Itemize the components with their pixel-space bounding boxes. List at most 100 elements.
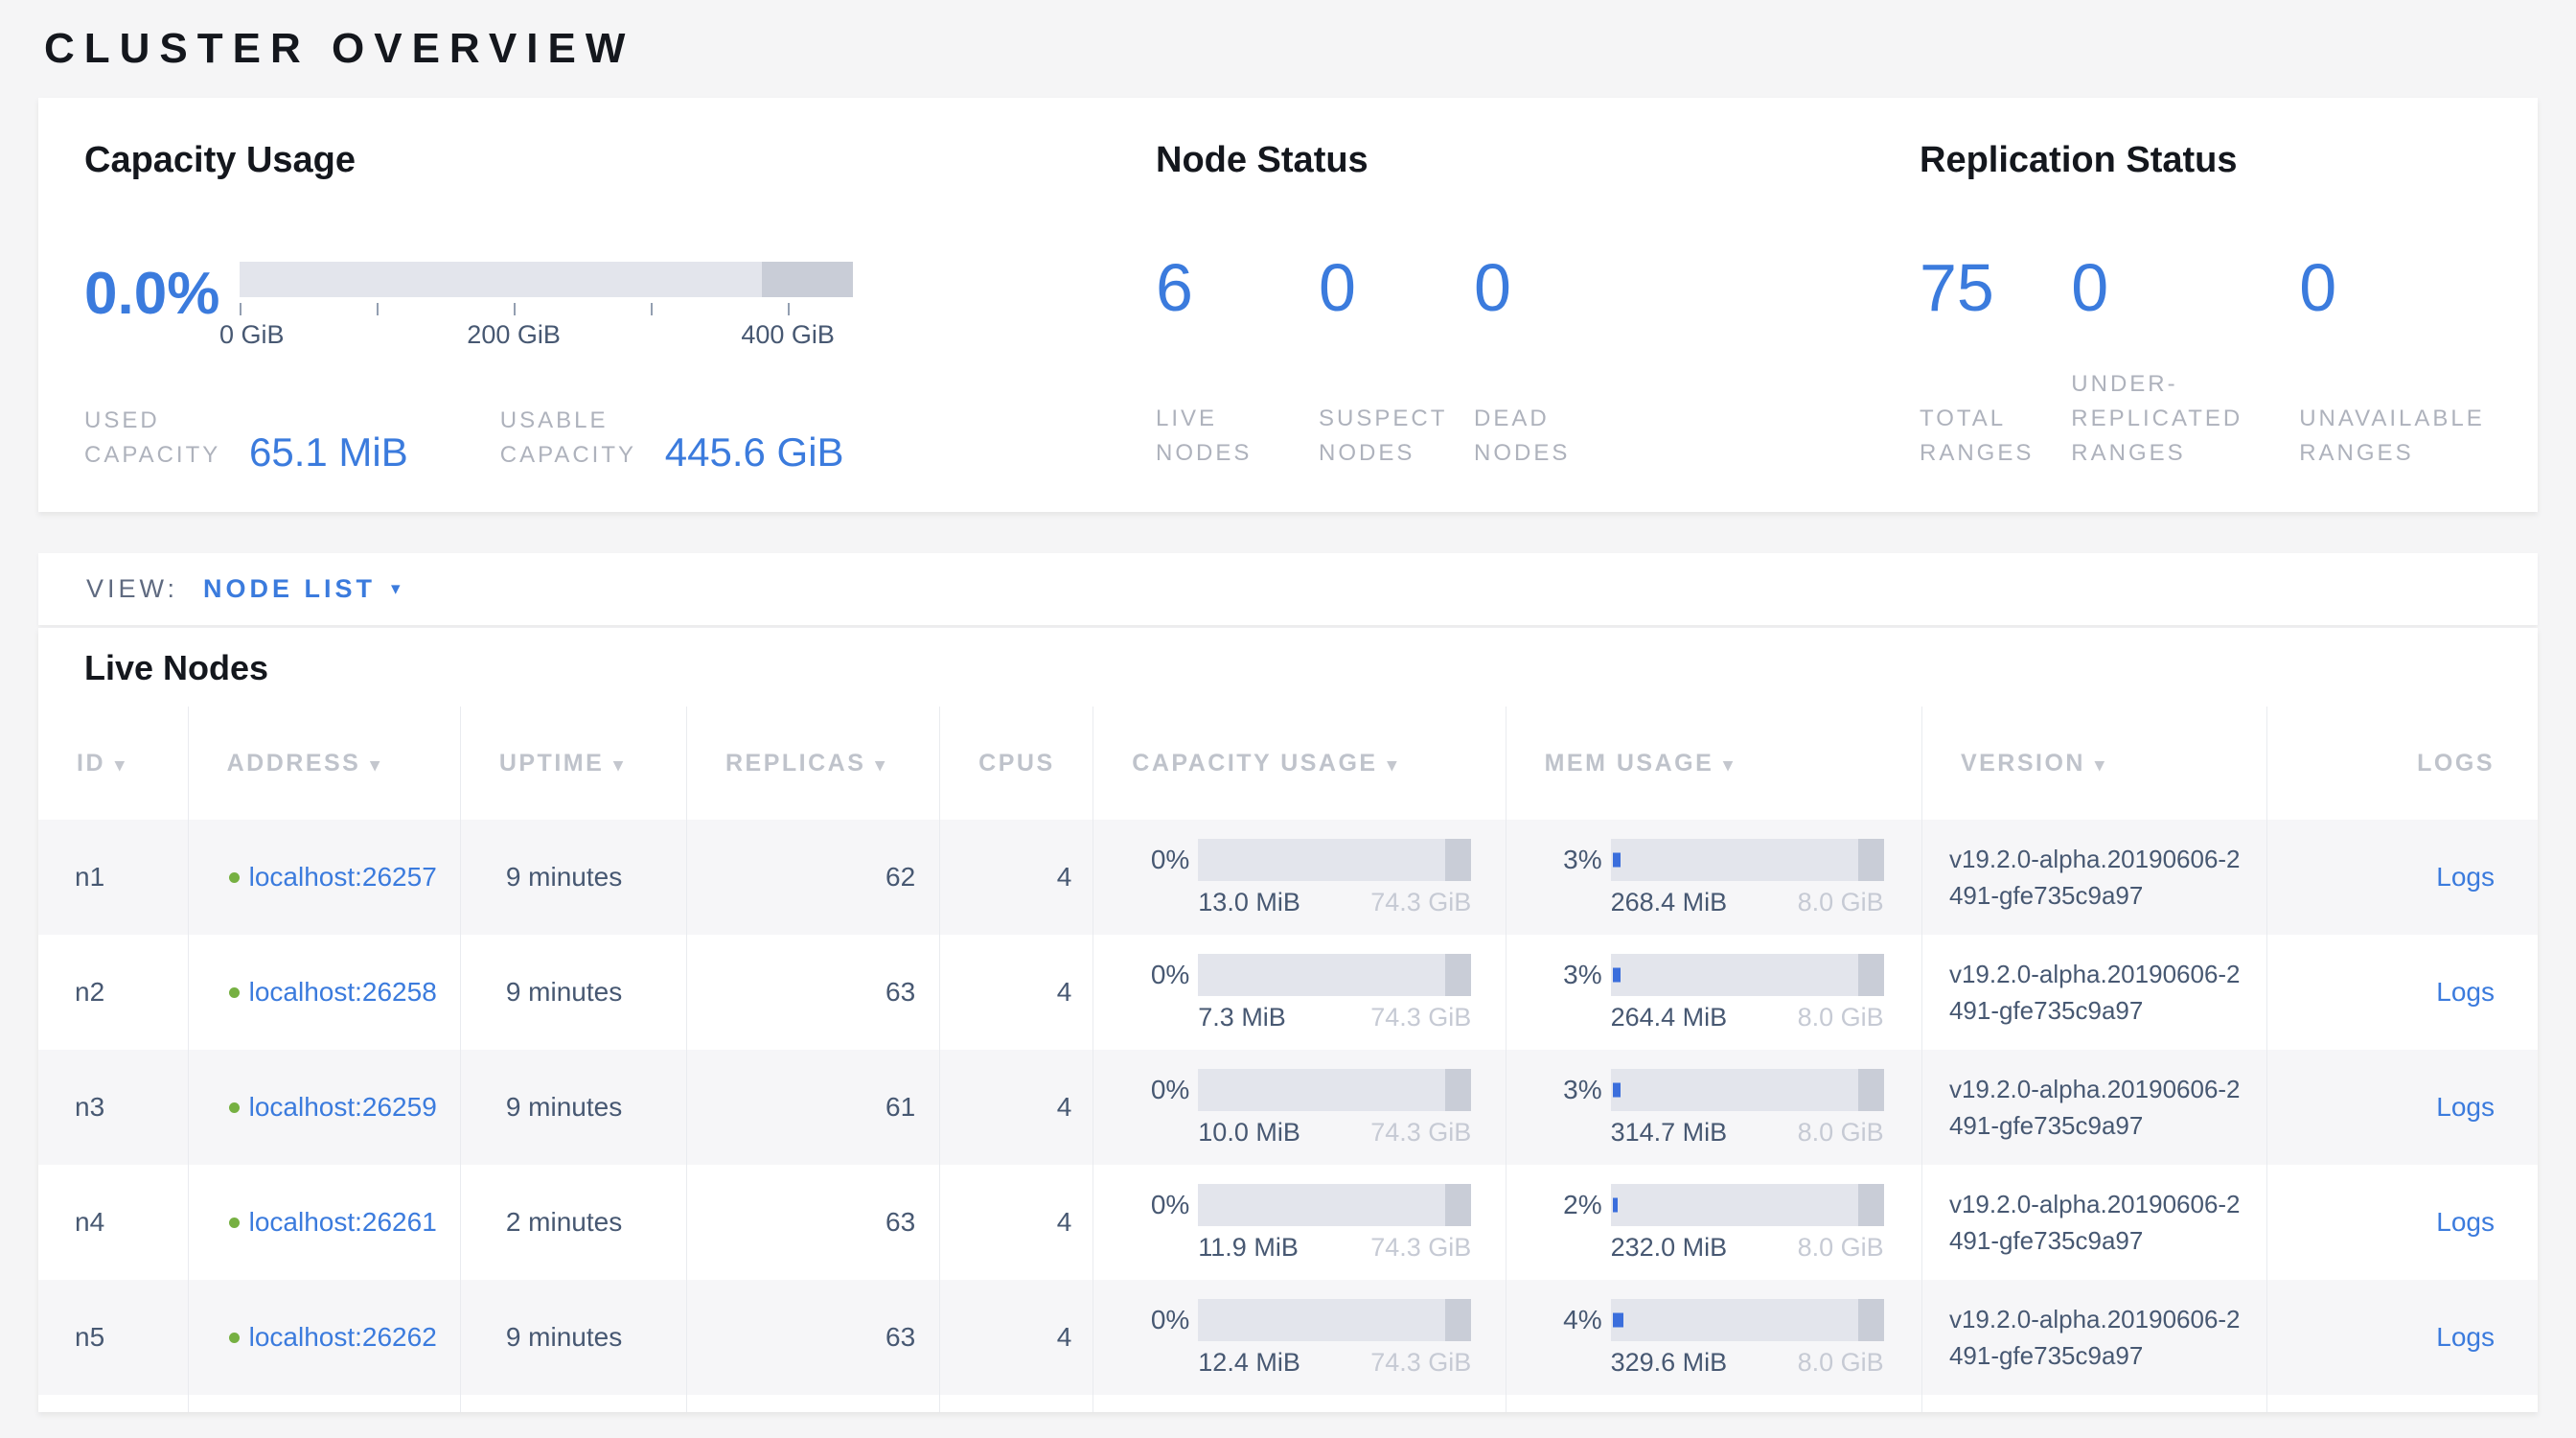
- sort-arrow-icon[interactable]: ▾: [1388, 755, 1399, 776]
- table-row: n5 localhost:26262 9 minutes 63 4 0% 12.…: [38, 1280, 2538, 1395]
- column-header-version[interactable]: VERSION▾: [1921, 707, 2266, 820]
- unavailable-ranges-label: UNAVAILABLE RANGES: [2299, 402, 2499, 471]
- suspect-nodes-label: SUSPECT NODES: [1319, 402, 1474, 471]
- capacity-bar: [1198, 839, 1471, 881]
- unavailable-ranges-value: 0: [2299, 252, 2499, 323]
- logs-link[interactable]: Logs: [2436, 977, 2495, 1007]
- capacity-percent-value: 0.0%: [84, 264, 240, 349]
- mem-total: 8.0 GiB: [1798, 1233, 1884, 1262]
- mem-used: 264.4 MiB: [1611, 1003, 1728, 1032]
- used-capacity-label: USED CAPACITY: [84, 404, 236, 473]
- node-address-cell: localhost:26262: [188, 1280, 460, 1395]
- sort-arrow-icon[interactable]: ▾: [370, 755, 381, 776]
- live-nodes-value: 6: [1156, 252, 1319, 323]
- mem-bar-dark-segment: [1858, 1184, 1884, 1226]
- table-row: n3 localhost:26259 9 minutes 61 4 0% 10.…: [38, 1050, 2538, 1165]
- total-ranges-stat: 75 TOTAL RANGES: [1920, 252, 2071, 471]
- capacity-used: 10.0 MiB: [1198, 1118, 1300, 1147]
- column-header-id[interactable]: ID▾: [38, 707, 188, 820]
- mem-used: 329.6 MiB: [1611, 1348, 1728, 1377]
- node-id: n3: [38, 1050, 188, 1165]
- mem-percent: 3%: [1506, 1069, 1602, 1147]
- node-status-section: Node Status 6 LIVE NODES 0 SUSPECT NODES…: [1156, 140, 1920, 512]
- total-ranges-value: 75: [1920, 252, 2071, 323]
- tick-mark: [514, 303, 516, 315]
- node-replicas: 63: [686, 935, 939, 1050]
- table-row: n4 localhost:26261 2 minutes 63 4 0% 11.…: [38, 1165, 2538, 1280]
- sort-arrow-icon[interactable]: ▾: [613, 755, 625, 776]
- used-capacity-value: 65.1 MiB: [249, 432, 408, 473]
- live-nodes-card: Live Nodes ID▾ ADDRESS▾ UPTIME▾ REPLICAS…: [38, 628, 2538, 1412]
- capacity-used: 11.9 MiB: [1198, 1233, 1299, 1262]
- logs-link[interactable]: Logs: [2436, 1207, 2495, 1237]
- column-header-uptime[interactable]: UPTIME▾: [460, 707, 686, 820]
- capacity-total: 74.3 GiB: [1370, 1003, 1471, 1032]
- chevron-down-icon[interactable]: ▾: [391, 578, 401, 600]
- mem-bar: [1611, 1299, 1884, 1341]
- mem-used: 232.0 MiB: [1611, 1233, 1728, 1262]
- node-id: n1: [38, 820, 188, 935]
- capacity-bar: [1198, 1069, 1471, 1111]
- node-address-cell: localhost:26259: [188, 1050, 460, 1165]
- replication-status-title: Replication Status: [1920, 140, 2499, 181]
- column-header-replicas[interactable]: REPLICAS▾: [686, 707, 939, 820]
- node-mem-usage-cell: 3% 314.7 MiB8.0 GiB: [1506, 1050, 1921, 1165]
- column-header-logs: LOGS: [2267, 707, 2538, 820]
- node-mem-usage-cell: 4% 329.6 MiB8.0 GiB: [1506, 1280, 1921, 1395]
- capacity-percent: 0%: [1093, 839, 1189, 916]
- usable-capacity-value: 445.6 GiB: [665, 432, 844, 473]
- node-uptime: 9 minutes: [460, 820, 686, 935]
- column-header-capacity-usage[interactable]: CAPACITY USAGE▾: [1093, 707, 1506, 820]
- logs-link[interactable]: Logs: [2436, 862, 2495, 892]
- node-version: v19.2.0-alpha.20190606-2491-gfe735c9a97: [1921, 820, 2266, 935]
- sort-arrow-icon[interactable]: ▾: [1723, 755, 1735, 776]
- column-header-cpus: CPUS: [940, 707, 1093, 820]
- node-cpus: 4: [940, 1050, 1093, 1165]
- sort-arrow-icon[interactable]: ▾: [2095, 755, 2106, 776]
- total-ranges-label: TOTAL RANGES: [1920, 402, 2044, 471]
- capacity-bar-dark-segment: [1445, 954, 1471, 996]
- mem-used: 314.7 MiB: [1611, 1118, 1728, 1147]
- partial-next-row: [38, 1395, 2538, 1412]
- capacity-stats: USED CAPACITY 65.1 MiB USABLE CAPACITY 4…: [84, 404, 1156, 473]
- view-selector-dropdown[interactable]: NODE LIST ▾: [203, 574, 401, 604]
- column-header-mem-usage[interactable]: MEM USAGE▾: [1506, 707, 1921, 820]
- capacity-gauge-bar: [240, 262, 853, 297]
- column-header-address[interactable]: ADDRESS▾: [188, 707, 460, 820]
- node-address-link[interactable]: localhost:26259: [249, 1089, 445, 1125]
- capacity-bar-dark-segment: [1445, 1299, 1471, 1341]
- page-title: CLUSTER OVERVIEW: [38, 0, 2538, 73]
- mem-bar-dark-segment: [1858, 954, 1884, 996]
- mem-percent: 3%: [1506, 839, 1602, 916]
- node-logs-cell: Logs: [2267, 820, 2538, 935]
- tick-label: 0 GiB: [219, 320, 285, 350]
- sort-arrow-icon[interactable]: ▾: [115, 755, 126, 776]
- mem-percent: 4%: [1506, 1299, 1602, 1377]
- mem-bar-fill: [1613, 1197, 1619, 1212]
- node-version: v19.2.0-alpha.20190606-2491-gfe735c9a97: [1921, 1050, 2266, 1165]
- capacity-total: 74.3 GiB: [1370, 1118, 1471, 1147]
- tick-label: 200 GiB: [467, 320, 561, 350]
- view-selected-value[interactable]: NODE LIST: [203, 574, 376, 604]
- mem-bar-fill: [1613, 852, 1622, 867]
- under-replicated-ranges-value: 0: [2071, 252, 2299, 323]
- live-nodes-table: ID▾ ADDRESS▾ UPTIME▾ REPLICAS▾ CPUS CAPA…: [38, 707, 2538, 1412]
- mem-bar-dark-segment: [1858, 1299, 1884, 1341]
- capacity-gauge-row: 0.0% 0 GiB 200 GiB: [84, 262, 1156, 349]
- node-version: v19.2.0-alpha.20190606-2491-gfe735c9a97: [1921, 1280, 2266, 1395]
- node-address-link[interactable]: localhost:26261: [249, 1204, 445, 1241]
- mem-bar: [1611, 1184, 1884, 1226]
- node-uptime: 9 minutes: [460, 1280, 686, 1395]
- node-address-link[interactable]: localhost:26257: [249, 859, 445, 895]
- node-replicas: 61: [686, 1050, 939, 1165]
- capacity-used: 7.3 MiB: [1198, 1003, 1286, 1032]
- table-row: n1 localhost:26257 9 minutes 62 4 0% 13.…: [38, 820, 2538, 935]
- logs-link[interactable]: Logs: [2436, 1322, 2495, 1352]
- logs-link[interactable]: Logs: [2436, 1092, 2495, 1122]
- sort-arrow-icon[interactable]: ▾: [875, 755, 886, 776]
- used-capacity-stat: USED CAPACITY 65.1 MiB: [84, 404, 408, 473]
- node-address-link[interactable]: localhost:26262: [249, 1319, 445, 1356]
- node-address-cell: localhost:26257: [188, 820, 460, 935]
- node-address-link[interactable]: localhost:26258: [249, 974, 445, 1010]
- node-capacity-usage-cell: 0% 12.4 MiB74.3 GiB: [1093, 1280, 1506, 1395]
